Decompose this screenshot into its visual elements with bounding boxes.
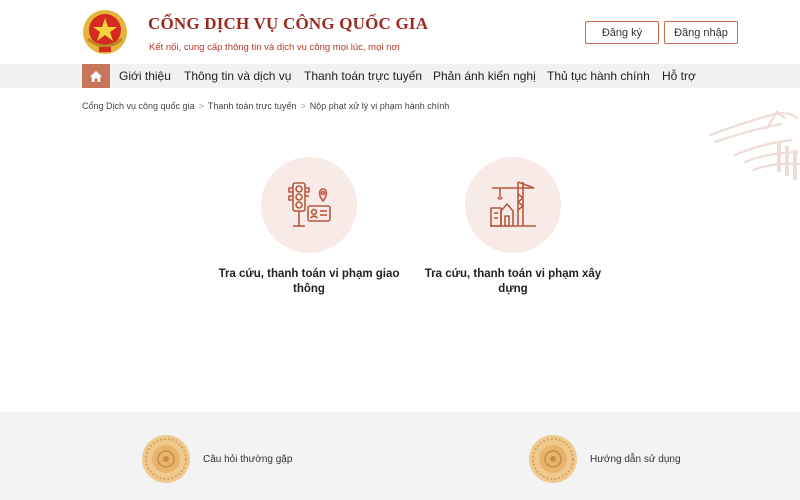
breadcrumb-item[interactable]: Thanh toán trực tuyến [208, 101, 297, 111]
breadcrumb-item[interactable]: Cổng Dịch vụ công quốc gia [82, 101, 195, 111]
site-subtitle: Kết nối, cung cấp thông tin và dịch vụ c… [149, 42, 400, 53]
national-emblem-icon[interactable] [82, 9, 128, 55]
traffic-violation-card[interactable]: Tra cứu, thanh toán vi phạm giao thông [209, 157, 409, 297]
user-guide-link[interactable]: Hướng dẫn sử dụng [528, 434, 681, 484]
nav-item-phan-anh[interactable]: Phản ánh kiến nghị [433, 64, 536, 88]
decorative-bird-icon [708, 110, 800, 180]
card-icon-circle [261, 157, 357, 253]
user-guide-label[interactable]: Hướng dẫn sử dụng [590, 454, 681, 465]
card-icon-circle [465, 157, 561, 253]
main-nav: Giới thiệu Thông tin và dịch vụ Thanh to… [0, 64, 800, 88]
home-icon [90, 70, 102, 82]
construction-crane-icon [490, 181, 536, 227]
nav-item-thanh-toan[interactable]: Thanh toán trực tuyến [304, 64, 422, 88]
site-title[interactable]: CỔNG DỊCH VỤ CÔNG QUỐC GIA [148, 14, 428, 34]
breadcrumb-separator: > [198, 101, 204, 111]
construction-violation-label[interactable]: Tra cứu, thanh toán vi phạm xây dựng [413, 267, 613, 297]
faq-label[interactable]: Câu hỏi thường gặp [203, 454, 292, 465]
login-button[interactable]: Đăng nhập [664, 21, 738, 44]
breadcrumb: Cổng Dịch vụ công quốc gia > Thanh toán tr… [82, 101, 449, 111]
breadcrumb-item-current: Nộp phạt xử lý vi phạm hành chính [309, 101, 450, 111]
nav-item-ho-tro[interactable]: Hỗ trợ [662, 64, 696, 88]
nav-item-gioi-thieu[interactable]: Giới thiệu [119, 64, 171, 88]
traffic-violation-label[interactable]: Tra cứu, thanh toán vi phạm giao thông [209, 267, 409, 297]
construction-violation-card[interactable]: Tra cứu, thanh toán vi phạm xây dựng [413, 157, 613, 297]
footer: Câu hỏi thường gặp Hướng dẫn sử dụng [0, 412, 800, 500]
seal-icon [529, 435, 577, 483]
nav-item-thong-tin-dich-vu[interactable]: Thông tin và dịch vụ [184, 64, 291, 88]
site-header: CỔNG DỊCH VỤ CÔNG QUỐC GIA Kết nối, cung… [0, 0, 800, 64]
breadcrumb-separator: > [300, 101, 306, 111]
nav-item-thu-tuc[interactable]: Thủ tục hành chính [547, 64, 650, 88]
traffic-light-icon [288, 182, 331, 227]
seal-icon [142, 435, 190, 483]
nav-home[interactable] [82, 64, 110, 88]
register-button[interactable]: Đăng ký [585, 21, 659, 44]
faq-link[interactable]: Câu hỏi thường gặp [141, 434, 292, 484]
